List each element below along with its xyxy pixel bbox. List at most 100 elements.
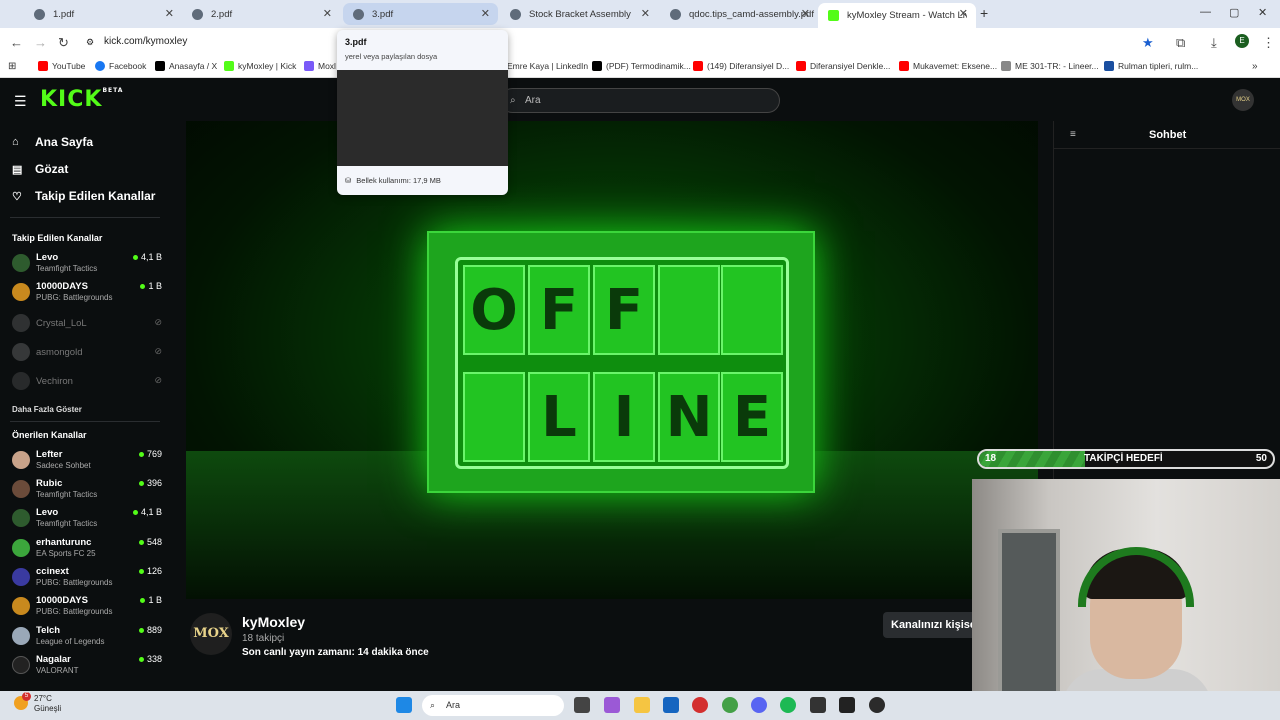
bookmark-item[interactable]: kyMoxley | Kick (224, 61, 296, 71)
site-info-icon[interactable]: ⚙ (86, 32, 94, 52)
recommended-channel[interactable]: erhanturunc EA Sports FC 25 548 (12, 537, 162, 563)
live-dot-icon (138, 657, 144, 663)
home-icon: ⌂ (12, 136, 19, 148)
bookmark-item[interactable]: Emre Kaya | LinkedIn (507, 61, 588, 71)
menu-icon[interactable]: ⋮ (1262, 35, 1275, 51)
bookmark-item[interactable]: Anasayfa / X (155, 61, 217, 71)
channel-name: Vechiron (36, 376, 73, 387)
recommended-channel[interactable]: 10000DAYS PUBG: Battlegrounds 1 B (12, 595, 162, 621)
bookmark-star-icon[interactable]: ★ (1142, 35, 1154, 51)
reload-icon[interactable]: ↻ (58, 35, 69, 51)
viewer-count: 4,1 B (132, 252, 162, 262)
recommended-channel[interactable]: Nagalar VALORANT 338 (12, 654, 162, 680)
minimize-icon[interactable]: — (1200, 6, 1211, 18)
bookmark-item[interactable]: (149) Diferansiyel D... (693, 61, 789, 71)
followed-channel[interactable]: Levo Teamfight Tactics 4,1 B (12, 252, 162, 278)
viewers: 548 (146, 537, 162, 547)
viewer-count: 338 (138, 654, 162, 664)
twitch-icon (304, 61, 314, 71)
kick-logo[interactable]: KICKBETA (40, 87, 123, 112)
followed-channel[interactable]: 10000DAYS PUBG: Battlegrounds 1 B (12, 281, 162, 307)
video-player[interactable]: O F F L I N E (186, 121, 1038, 599)
nav-browse[interactable]: ▤ Gözat (12, 162, 68, 176)
bookmark-item[interactable]: Diferansiyel Denkle... (796, 61, 890, 71)
store-icon[interactable] (663, 697, 679, 713)
browser-tab[interactable]: qdoc.tips_camd-assembly.pdf ✕ (660, 3, 818, 25)
followed-channel[interactable]: Crystal_LoL ⊘ (12, 312, 162, 338)
obs-icon[interactable] (869, 697, 885, 713)
copilot-icon[interactable] (604, 697, 620, 713)
followed-channel[interactable]: asmongold ⊘ (12, 341, 162, 367)
app-icon[interactable] (839, 697, 855, 713)
channel-game: EA Sports FC 25 (36, 549, 96, 558)
browser-tab[interactable]: Stock Bracket Assembly ✕ (500, 3, 658, 25)
recommended-channel[interactable]: Levo Teamfight Tactics 4,1 B (12, 507, 162, 533)
divider (10, 421, 160, 422)
recommended-channel[interactable]: Telch League of Legends 889 (12, 625, 162, 651)
close-window-icon[interactable]: ✕ (1258, 6, 1267, 19)
followed-channel[interactable]: Vechiron ⊘ (12, 370, 162, 396)
channel-avatar[interactable]: MOX (190, 613, 232, 655)
collapse-chat-icon[interactable]: ≡ (1070, 129, 1076, 140)
download-icon[interactable]: ⤓ (1211, 35, 1217, 51)
new-tab-button[interactable]: + (980, 5, 988, 21)
bookmark-item[interactable]: Mukavemet: Eksene... (899, 61, 997, 71)
search-icon: ⌕ (430, 700, 436, 710)
close-icon[interactable]: ✕ (323, 7, 332, 20)
webcam-background-door (998, 529, 1060, 699)
spotify-icon[interactable] (780, 697, 796, 713)
browser-tab[interactable]: 3.pdf ✕ (343, 3, 498, 25)
bookmark-item[interactable]: ME 301-TR: - Lineer... (1001, 61, 1099, 71)
windows-icon[interactable] (396, 697, 412, 713)
offline-icon: ⊘ (154, 346, 162, 356)
bookmark-item[interactable]: YouTube (38, 61, 85, 71)
close-icon[interactable]: ✕ (959, 7, 968, 20)
search-input[interactable]: ⌕ Ara (500, 88, 780, 113)
back-icon[interactable]: ← (10, 35, 23, 50)
bookmark-item[interactable]: Rulman tipleri, rulm... (1104, 61, 1198, 71)
explorer-icon[interactable] (634, 697, 650, 713)
apps-icon[interactable]: ⊞ (8, 61, 16, 72)
discord-icon[interactable] (751, 697, 767, 713)
customize-channel-button[interactable]: Kanalınızı kişiselleştirin (883, 612, 978, 638)
recommended-channel[interactable]: Rubic Teamfight Tactics 396 (12, 478, 162, 504)
maximize-icon[interactable]: ▢ (1229, 6, 1239, 19)
bookmark-item[interactable]: Moxl (304, 61, 336, 71)
browser-tab-active[interactable]: kyMoxley Stream - Watch Live o✕ (818, 3, 976, 28)
terminal-icon[interactable] (810, 697, 826, 713)
close-icon[interactable]: ✕ (801, 7, 810, 20)
bookmark-item[interactable]: (PDF) Termodinamik... (592, 61, 691, 71)
more-bookmarks-icon[interactable]: » (1252, 61, 1258, 72)
recommended-channel[interactable]: Lefter Sadece Sohbet 769 (12, 449, 162, 475)
taskview-icon[interactable] (574, 697, 590, 713)
browser-tab[interactable]: 2.pdf ✕ (182, 3, 340, 25)
user-avatar[interactable]: MOX (1232, 89, 1254, 111)
bookmark-item[interactable]: Facebook (95, 61, 146, 71)
show-more-link[interactable]: Daha Fazla Göster (12, 405, 82, 414)
close-icon[interactable]: ✕ (165, 7, 174, 20)
viewers: 889 (146, 625, 162, 635)
channel-name[interactable]: kyMoxley (242, 614, 305, 630)
avatar (12, 568, 30, 586)
hamburger-menu-icon[interactable]: ☰ (14, 93, 27, 110)
memory-icon: ⛁ (345, 176, 352, 185)
nav-following[interactable]: ♡ Takip Edilen Kanallar (12, 189, 155, 203)
bookmark-label: YouTube (52, 61, 86, 71)
recommended-channel[interactable]: ccinext PUBG: Battlegrounds 126 (12, 566, 162, 592)
kick-icon (224, 61, 234, 71)
taskbar-search[interactable]: ⌕ Ara (422, 695, 564, 716)
chrome-icon[interactable] (722, 697, 738, 713)
close-icon[interactable]: ✕ (641, 7, 650, 20)
close-icon[interactable]: ✕ (481, 7, 490, 20)
extensions-icon[interactable]: ⧉ (1176, 35, 1185, 51)
opera-icon[interactable] (692, 697, 708, 713)
nav-home[interactable]: ⌂ Ana Sayfa (12, 135, 93, 149)
forward-icon[interactable]: → (34, 35, 47, 50)
browser-tab[interactable]: 1.pdf ✕ (24, 3, 182, 25)
offline-icon: ⊘ (154, 375, 162, 385)
weather-widget[interactable]: 5 27°C Güneşli (14, 692, 61, 714)
profile-icon[interactable]: E (1235, 34, 1249, 48)
offline-letter-cell: F (593, 265, 655, 355)
address-bar[interactable]: ⚙ kick.com/kymoxley (86, 32, 1206, 52)
viewer-count: 4,1 B (132, 507, 162, 517)
